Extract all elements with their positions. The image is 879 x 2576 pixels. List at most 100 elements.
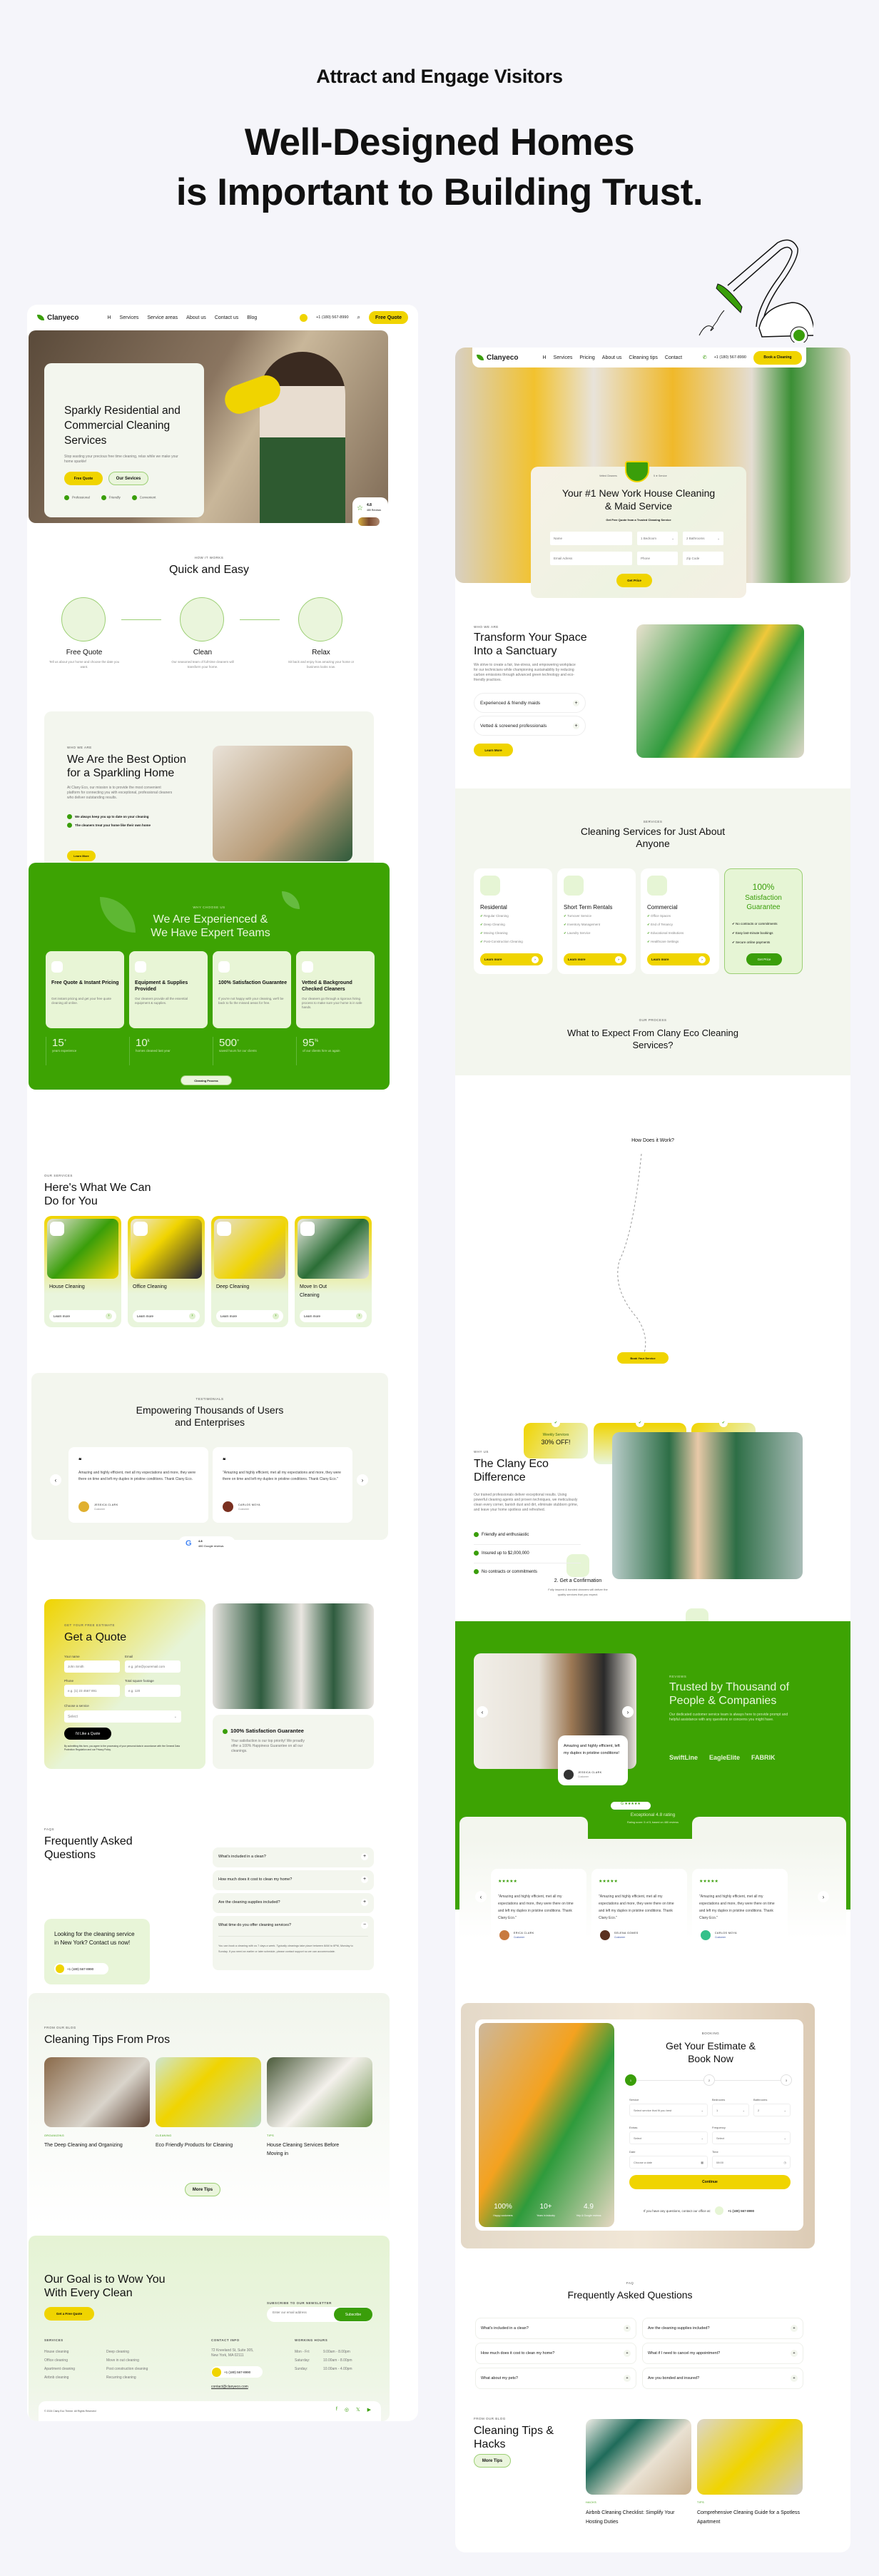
quote-input[interactable] — [64, 1660, 120, 1673]
nav-item-home[interactable]: H — [542, 355, 546, 360]
footer-service-link[interactable]: Airbnb cleaning — [44, 2375, 68, 2380]
learn-more-link[interactable]: Learn more › — [133, 1310, 200, 1322]
faq-phone-button[interactable]: +1 (180) 567-8990 — [54, 1963, 108, 1974]
hero-select[interactable]: 2 Bathrooms ⌄ — [683, 532, 723, 545]
booking-field[interactable]: Choose a date ▦ — [629, 2156, 708, 2169]
book-cleaning-button[interactable]: Book a Cleaning — [753, 350, 802, 365]
service-select[interactable]: Select ⌄ — [64, 1710, 181, 1723]
search-icon[interactable]: ⌕ — [357, 314, 360, 321]
blog-photo[interactable] — [267, 2057, 372, 2127]
book-service-button[interactable]: Book Your Service — [617, 1352, 669, 1364]
footer-service-link[interactable]: Office cleaning — [44, 2358, 68, 2363]
nav-phone[interactable]: +1 (180) 567-8990 — [316, 315, 348, 320]
faq-item[interactable]: How much does it cost to clean my home? + — [475, 2343, 636, 2364]
nav-item-about[interactable]: About us — [186, 315, 206, 320]
hero-free-quote-button[interactable]: Free Quote — [64, 472, 103, 485]
faq-item[interactable]: What about my pets? + — [475, 2368, 636, 2389]
footer-email-link[interactable]: contact@clanyeco.com — [211, 2385, 248, 2389]
quote-input[interactable] — [125, 1660, 181, 1673]
x-icon[interactable]: 𝕏 — [356, 2407, 360, 2413]
quote-input[interactable] — [125, 1685, 181, 1697]
nav-item-services[interactable]: Services — [554, 355, 573, 360]
service-card[interactable]: House Cleaning Learn more › — [44, 1216, 121, 1327]
service-card[interactable]: Move In Out Cleaning Learn more › — [295, 1216, 372, 1327]
youtube-icon[interactable]: ▶ — [367, 2407, 371, 2413]
booking-field[interactable]: 08:00 ◷ — [712, 2156, 791, 2169]
testimonial-prev-button[interactable]: ‹ — [50, 1474, 61, 1486]
nav-phone[interactable]: +1 (180) 567-8990 — [714, 355, 746, 360]
blog-photo[interactable] — [697, 2419, 803, 2495]
accordion-experienced[interactable]: Experienced & friendly maids + — [474, 693, 586, 713]
nav-item-home[interactable]: H — [107, 315, 111, 320]
nav-item-contact[interactable]: Contact — [665, 355, 682, 360]
hero-input[interactable]: Name — [550, 532, 632, 545]
subscribe-button[interactable]: Subscribe — [334, 2308, 372, 2321]
transform-learn-more-button[interactable]: Learn More — [474, 744, 513, 756]
nav-item-services[interactable]: Services — [120, 315, 139, 320]
faq-item[interactable]: What's included in a clean? + — [475, 2318, 636, 2339]
facebook-icon[interactable]: f — [336, 2407, 337, 2413]
right-logo[interactable]: Clanyeco — [477, 354, 518, 362]
nav-item-contact[interactable]: Contact us — [215, 315, 238, 320]
hero-input[interactable]: Phone — [637, 552, 678, 565]
service-card[interactable]: Office Cleaning Learn more › — [128, 1216, 205, 1327]
blog-post-title[interactable]: The Deep Cleaning and Organizing — [44, 2141, 130, 2150]
booking-field[interactable]: Select ⌄ — [712, 2131, 791, 2144]
blog-post-title[interactable]: Comprehensive Cleaning Guide for a Spotl… — [697, 2508, 803, 2527]
footer-service-link[interactable]: Recurring cleaning — [106, 2375, 136, 2380]
blog-photo[interactable] — [156, 2057, 261, 2127]
quote-submit-button[interactable]: I'd Like a Quote — [64, 1728, 111, 1740]
footer-service-link[interactable]: Post construction cleaning — [106, 2367, 148, 2371]
blog-post-title[interactable]: Airbnb Cleaning Checklist: Simplify Your… — [586, 2508, 691, 2527]
hero-our-services-button[interactable]: Our Sevices — [108, 472, 148, 485]
footer-phone[interactable]: +1 (180) 567-8990 — [211, 2366, 263, 2378]
booking-field[interactable]: 2 ⌄ — [753, 2104, 791, 2116]
footer-service-link[interactable]: House cleaning — [44, 2350, 68, 2354]
blog-photo[interactable] — [586, 2419, 691, 2495]
nav-item-cleaning-tips[interactable]: Cleaning tips — [629, 355, 657, 360]
newsletter-email-input[interactable] — [273, 2311, 330, 2314]
booking-phone[interactable]: +1 (180) 567-8990 — [728, 2209, 754, 2213]
hero-select[interactable]: 1 Bedroom ⌄ — [637, 532, 678, 545]
photo-next-button[interactable]: › — [622, 1706, 634, 1718]
booking-step[interactable]: 3 — [781, 2074, 792, 2086]
nav-item-about[interactable]: About us — [602, 355, 622, 360]
quote-input[interactable] — [64, 1685, 120, 1697]
faq-item[interactable]: What time do you offer cleaning services… — [213, 1916, 374, 1970]
who-learn-more-button[interactable]: Learn More — [67, 851, 96, 861]
faq-item[interactable]: Are the cleaning supplies included? + — [642, 2318, 803, 2339]
service-card[interactable]: Deep Cleaning Learn more › — [211, 1216, 288, 1327]
reviews-prev-button[interactable]: ‹ — [475, 1891, 487, 1902]
faq-item[interactable]: What if I need to cancel my appointment?… — [642, 2343, 803, 2364]
learn-more-link[interactable]: Learn more › — [216, 1310, 283, 1322]
footer-service-link[interactable]: Deep cleaning — [106, 2350, 129, 2354]
faq-item[interactable]: Are the cleaning supplies included? + — [213, 1893, 374, 1913]
faq-item[interactable]: Are you bonded and insured? + — [642, 2368, 803, 2389]
footer-free-quote-button[interactable]: Get a Free Quote — [44, 2307, 94, 2321]
left-logo[interactable]: Clanyeco — [37, 314, 78, 322]
learn-more-button[interactable]: Learn more › — [564, 953, 626, 965]
booking-step[interactable]: 2 — [703, 2074, 715, 2086]
blog-post-title[interactable]: House Cleaning Services Before Moving in — [267, 2141, 352, 2159]
more-tips-button[interactable]: More Tips — [185, 2183, 220, 2196]
booking-field[interactable]: Select ⌄ — [629, 2131, 708, 2144]
hero-input[interactable]: Email Adress — [550, 552, 632, 565]
learn-more-link[interactable]: Learn more › — [49, 1310, 116, 1322]
booking-step[interactable]: 1 — [625, 2074, 636, 2086]
nav-item-service-areas[interactable]: Service areas — [147, 315, 178, 320]
faq-item[interactable]: How much does it cost to clean my home? + — [213, 1870, 374, 1890]
learn-more-link[interactable]: Learn more › — [300, 1310, 367, 1322]
nav-item-pricing[interactable]: Pricing — [579, 355, 594, 360]
get-price-button[interactable]: Get Price — [616, 574, 652, 587]
footer-service-link[interactable]: Apartment cleaning — [44, 2367, 75, 2371]
blog-photo[interactable] — [44, 2057, 150, 2127]
nav-free-quote-button[interactable]: Free Quote — [369, 311, 408, 324]
faq-item[interactable]: What's included in a clean? + — [213, 1847, 374, 1867]
cleaning-process-tab[interactable]: Cleaning Process — [181, 1075, 232, 1085]
learn-more-button[interactable]: Learn more › — [480, 953, 543, 965]
continue-button[interactable]: Continue — [629, 2175, 791, 2189]
nav-item-blog[interactable]: Blog — [247, 315, 257, 320]
footer-service-link[interactable]: Move in out cleaning — [106, 2358, 139, 2363]
guarantee-get-price-button[interactable]: Get Price — [746, 953, 782, 965]
accordion-vetted[interactable]: Vetted & screened professionals + — [474, 716, 586, 736]
